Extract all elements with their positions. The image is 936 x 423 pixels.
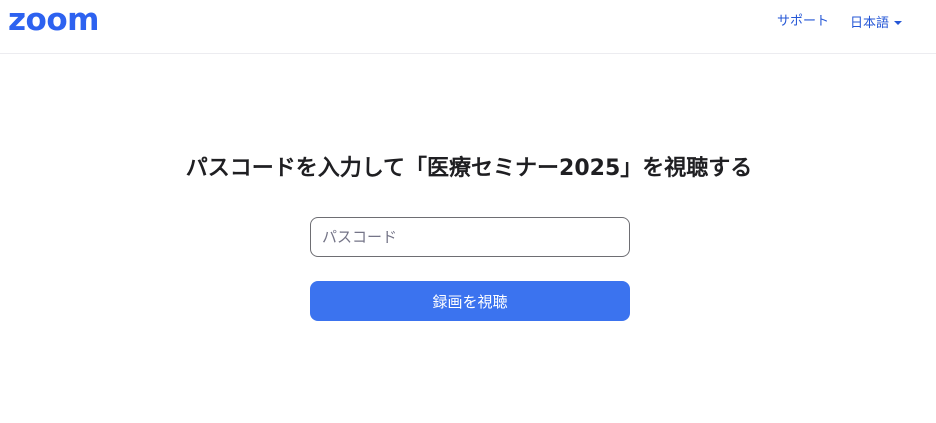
language-selector[interactable]: 日本語 (850, 12, 902, 31)
support-link[interactable]: サポート (777, 14, 829, 30)
watch-recording-button[interactable]: 録画を視聴 (310, 281, 630, 321)
top-header: zoom サポート 日本語 (0, 0, 936, 54)
language-label: 日本語 (849, 16, 889, 31)
zoom-logo[interactable]: zoom (8, 4, 99, 36)
passcode-input[interactable] (310, 217, 630, 257)
header-nav: サポート 日本語 (777, 12, 902, 31)
page-title: パスコードを入力して「医療セミナー2025」を視聴する (185, 156, 753, 181)
chevron-down-icon (894, 20, 902, 25)
